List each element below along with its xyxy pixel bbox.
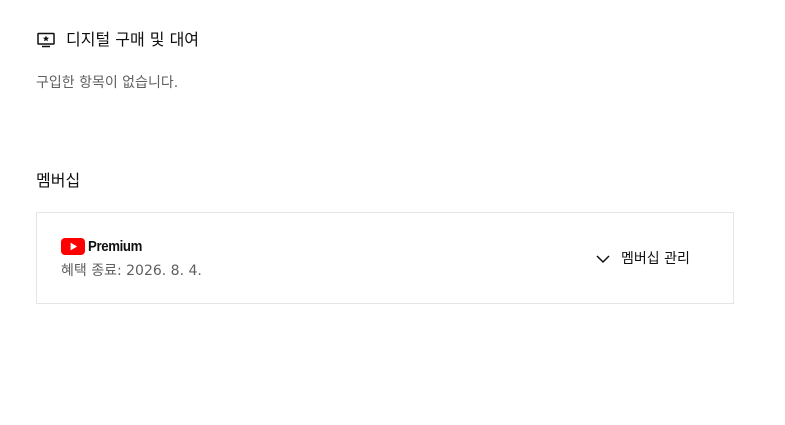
page: 디지털 구매 및 대여 구입한 항목이 없습니다. 멤버십 Premium 혜택… bbox=[0, 0, 785, 425]
youtube-premium-logo: Premium bbox=[61, 237, 149, 255]
manage-membership-button[interactable]: 멤버십 관리 bbox=[587, 243, 698, 275]
membership-title: 멤버십 bbox=[36, 171, 81, 190]
no-purchases-message: 구입한 항목이 없습니다. bbox=[36, 75, 179, 91]
manage-membership-label: 멤버십 관리 bbox=[621, 251, 690, 267]
digital-purchases-title: 디지털 구매 및 대여 bbox=[66, 30, 200, 49]
benefit-end-date: 혜택 종료: 2026. 8. 4. bbox=[61, 263, 202, 279]
youtube-play-icon bbox=[61, 237, 85, 255]
chevron-down-icon bbox=[595, 251, 611, 267]
tv-star-icon bbox=[36, 30, 56, 50]
digital-purchases-header: 디지털 구매 및 대여 bbox=[36, 28, 199, 52]
membership-card: Premium 혜택 종료: 2026. 8. 4. 멤버십 관리 bbox=[36, 212, 734, 304]
premium-logo-text: Premium bbox=[88, 237, 143, 255]
